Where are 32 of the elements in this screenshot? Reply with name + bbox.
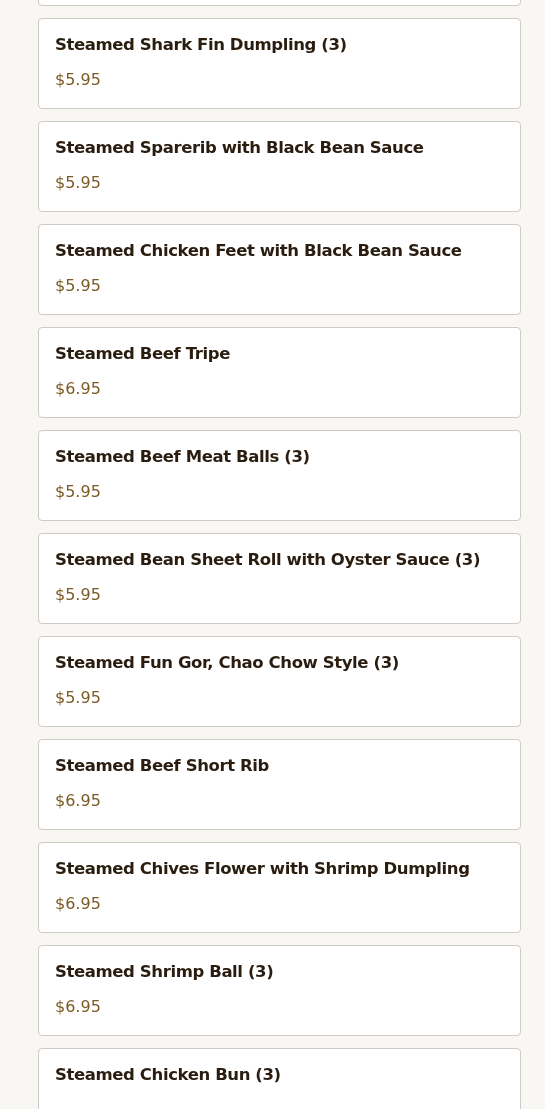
- item-name: Steamed Bean Sheet Roll with Oyster Sauce (3): [55, 549, 482, 571]
- item-price: $6.95: [55, 791, 102, 811]
- item-price: $6.95: [55, 379, 102, 399]
- menu-item-card[interactable]: Steamed Shrimp Ball (3) $6.95: [38, 945, 521, 1036]
- item-price: $6.95: [55, 894, 102, 914]
- item-name: Steamed Beef Tripe: [55, 343, 231, 365]
- item-name: Steamed Beef Short Rib: [55, 755, 271, 777]
- menu-item-card[interactable]: Steamed Beef Meat Balls (3) $5.95: [38, 430, 521, 521]
- item-price: $5.95: [55, 276, 102, 296]
- item-price: $5.95: [55, 585, 102, 605]
- item-name: Steamed Chicken Bun (3): [55, 1064, 282, 1086]
- menu-item-card[interactable]: Steamed Chicken Feet with Black Bean Sauce $5.95: [38, 224, 521, 315]
- menu-item-card[interactable]: Steamed Chives Flower with Shrimp Dumpling $6.95: [38, 842, 521, 933]
- item-name: Steamed Shrimp Ball (3): [55, 961, 275, 983]
- item-price: $5.95: [55, 173, 102, 193]
- item-name: Steamed Sparerib with Black Bean Sauce: [55, 137, 425, 159]
- menu-item-card[interactable]: Steamed Bean Sheet Roll with Oyster Sauce (3) $5.95: [38, 533, 521, 624]
- item-name: Steamed Fun Gor, Chao Chow Style (3): [55, 652, 400, 674]
- menu-item-card[interactable]: Steamed Sparerib with Black Bean Sauce $5.95: [38, 121, 521, 212]
- menu-item-card[interactable]: Steamed Fun Gor, Chao Chow Style (3) $5.95: [38, 636, 521, 727]
- item-name: Steamed Chicken Feet with Black Bean Sauce: [55, 240, 463, 262]
- item-name: Steamed Chives Flower with Shrimp Dumpling: [55, 858, 471, 880]
- item-price: $6.95: [55, 997, 102, 1017]
- item-price: $5.95: [55, 70, 102, 90]
- menu-item-card[interactable]: Steamed Chicken Bun (3): [38, 1048, 521, 1109]
- item-price: $5.95: [55, 688, 102, 708]
- menu-item-card[interactable]: Steamed Beef Short Rib $6.95: [38, 739, 521, 830]
- item-name: Steamed Beef Meat Balls (3): [55, 446, 311, 468]
- menu-item-card[interactable]: Steamed Shark Fin Dumpling (3) $5.95: [38, 18, 521, 109]
- item-price: $5.95: [55, 482, 102, 502]
- item-name: Steamed Shark Fin Dumpling (3): [55, 34, 348, 56]
- menu-item-card[interactable]: Steamed Beef Tripe $6.95: [38, 327, 521, 418]
